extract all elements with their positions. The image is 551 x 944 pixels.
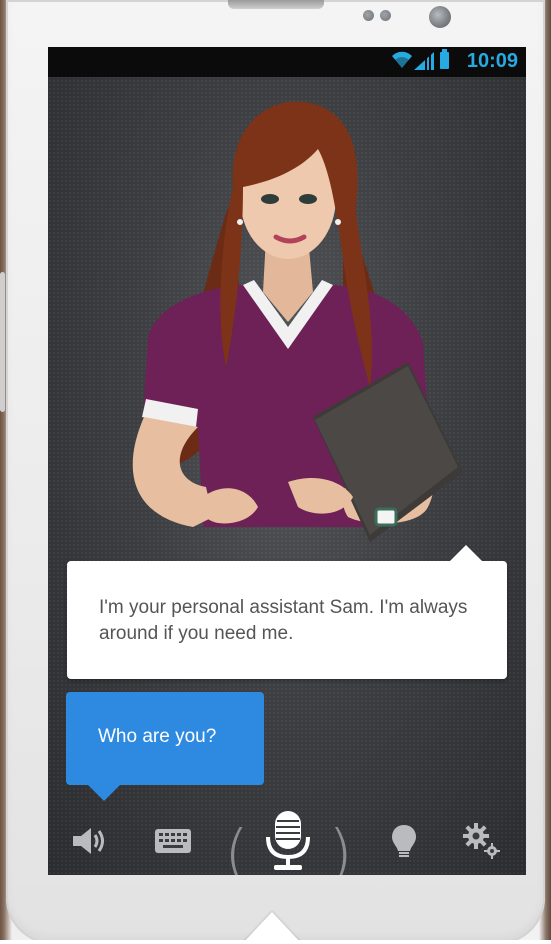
- battery-icon: [440, 49, 449, 69]
- microphone-button[interactable]: [260, 809, 316, 873]
- assistant-message-bubble: I'm your personal assistant Sam. I'm alw…: [67, 545, 507, 679]
- phone-screen: 10:09 I'm your personal assistant Sam. I…: [48, 47, 526, 875]
- settings-button[interactable]: [460, 819, 504, 863]
- earpiece-speaker: [228, 0, 324, 9]
- signal-icon: [414, 52, 434, 70]
- phone-frame: 10:09 I'm your personal assistant Sam. I…: [6, 0, 545, 944]
- tips-button[interactable]: [386, 819, 422, 863]
- bottom-toolbar: ( ): [48, 807, 526, 875]
- lightbulb-icon: [392, 825, 416, 857]
- user-message-text: Who are you?: [98, 726, 217, 747]
- light-sensor: [380, 10, 391, 21]
- mic-right-bracket: ): [328, 818, 353, 875]
- assistant-message-text: I'm your personal assistant Sam. I'm alw…: [99, 597, 468, 644]
- keyboard-button[interactable]: [148, 819, 198, 863]
- front-camera: [429, 6, 451, 28]
- microphone-icon: [266, 811, 310, 870]
- status-bar: 10:09: [48, 47, 526, 77]
- wifi-icon: [392, 51, 412, 68]
- mic-left-bracket: (: [224, 818, 249, 875]
- user-message-bubble: Who are you?: [66, 692, 264, 801]
- status-time: 10:09: [466, 50, 518, 72]
- volume-side-button: [0, 272, 5, 412]
- speaker-button[interactable]: [68, 819, 112, 863]
- settings-gears-icon: [463, 823, 500, 859]
- keyboard-icon: [155, 829, 191, 853]
- speaker-icon: [73, 828, 104, 854]
- bottom-strip: [0, 940, 551, 944]
- proximity-sensor: [363, 10, 374, 21]
- assistant-avatar: [132, 101, 463, 542]
